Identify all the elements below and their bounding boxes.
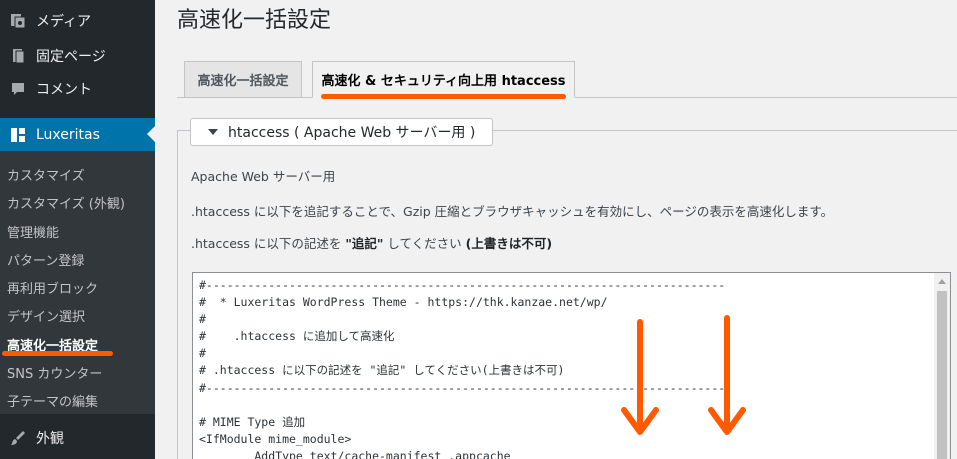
annotation-underline-tab bbox=[321, 94, 566, 99]
menu-media[interactable]: メディア bbox=[0, 4, 155, 38]
comment-icon bbox=[0, 80, 36, 98]
tab-speed-settings[interactable]: 高速化一括設定 bbox=[184, 61, 302, 98]
admin-sidebar: メディア 固定ページ コメント Luxeritas カスタマイズ カスタマイズ … bbox=[0, 0, 155, 459]
append-prefix: .htaccess に以下の記述を bbox=[191, 236, 346, 251]
htaccess-code-textarea[interactable]: #---------------------------------------… bbox=[192, 272, 951, 459]
media-icon bbox=[0, 12, 36, 30]
tab-htaccess[interactable]: 高速化 & セキュリティ向上用 htaccess bbox=[312, 61, 575, 98]
submenu-customize-appearance[interactable]: カスタマイズ (外観) bbox=[7, 193, 125, 212]
menu-appearance[interactable]: 外観 bbox=[0, 421, 155, 455]
htaccess-section-toggle[interactable]: htaccess ( Apache Web サーバー用 ) bbox=[190, 118, 493, 146]
submenu-design-select[interactable]: デザイン選択 bbox=[7, 306, 85, 325]
submenu-sns-counter[interactable]: SNS カウンター bbox=[7, 363, 102, 382]
menu-comments[interactable]: コメント bbox=[0, 72, 155, 106]
submenu-customize[interactable]: カスタマイズ bbox=[7, 165, 85, 184]
annotation-down-arrow-icon bbox=[708, 315, 746, 435]
code-line: #---------------------------------------… bbox=[199, 278, 726, 292]
page-icon bbox=[0, 47, 36, 65]
append-mid: してください bbox=[383, 236, 466, 251]
code-line: AddType text/cache-manifest .appcache bbox=[199, 448, 511, 459]
no-overwrite-note: (上書きは不可) bbox=[465, 236, 553, 251]
main-content: 高速化一括設定 高速化一括設定 高速化 & セキュリティ向上用 htaccess… bbox=[155, 0, 957, 459]
menu-luxeritas[interactable]: Luxeritas bbox=[0, 118, 155, 151]
scroll-thumb[interactable] bbox=[937, 291, 947, 459]
menu-appearance-label: 外観 bbox=[36, 431, 64, 447]
append-bold: "追記" bbox=[345, 236, 384, 251]
textarea-scrollbar[interactable] bbox=[934, 273, 950, 459]
submenu-child-theme-edit[interactable]: 子テーマの編集 bbox=[7, 391, 98, 410]
menu-comments-label: コメント bbox=[36, 82, 92, 98]
code-line: # * Luxeritas WordPress Theme - https://… bbox=[199, 295, 608, 310]
submenu-admin-features[interactable]: 管理機能 bbox=[7, 222, 59, 241]
brush-icon bbox=[0, 429, 36, 447]
annotation-down-arrow-icon bbox=[621, 319, 659, 435]
caret-down-icon bbox=[208, 129, 218, 135]
annotation-underline-sidebar bbox=[2, 351, 113, 356]
luxeritas-submenu: カスタマイズ カスタマイズ (外観) 管理機能 パターン登録 再利用ブロック デ… bbox=[0, 151, 155, 414]
menu-media-label: メディア bbox=[36, 14, 92, 30]
scroll-up-arrow-icon[interactable] bbox=[938, 279, 946, 284]
desc-apache: Apache Web サーバー用 bbox=[191, 169, 336, 184]
section-toggle-label: htaccess ( Apache Web サーバー用 ) bbox=[228, 125, 476, 141]
submenu-pattern-register[interactable]: パターン登録 bbox=[7, 250, 84, 269]
desc-gzip: .htaccess に以下を追記することで、Gzip 圧縮とブラウザキャッシュを… bbox=[191, 204, 834, 219]
desc-append-instruction: .htaccess に以下の記述を "追記" してください (上書きは不可) bbox=[191, 233, 552, 252]
menu-luxeritas-label: Luxeritas bbox=[36, 126, 100, 143]
page-title: 高速化一括設定 bbox=[177, 8, 332, 33]
luxeritas-icon bbox=[0, 126, 36, 144]
menu-pages-label: 固定ページ bbox=[36, 49, 106, 65]
menu-pages[interactable]: 固定ページ bbox=[0, 39, 155, 73]
submenu-reusable-blocks[interactable]: 再利用ブロック bbox=[7, 278, 98, 297]
